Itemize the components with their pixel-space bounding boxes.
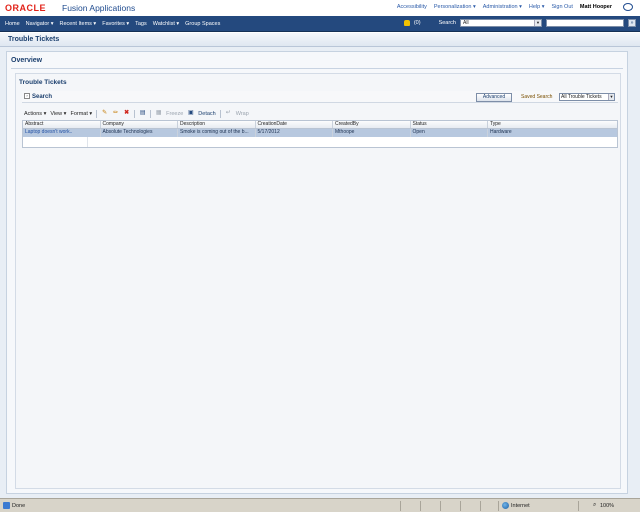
oracle-ring-icon xyxy=(623,3,633,11)
table-toolbar: Actions ▾ View ▾ Format ▾ ✎ ✏ ✖ ▤ ▦ Free… xyxy=(22,108,618,119)
global-header: ORACLE Fusion Applications Accessibility… xyxy=(0,0,640,16)
accessibility-link[interactable]: Accessibility xyxy=(397,4,427,10)
toolbar-divider xyxy=(219,109,221,118)
table-header: Abstract Company Description CreationDat… xyxy=(23,121,617,129)
freeze-icon: ▦ xyxy=(155,110,162,116)
search-input[interactable] xyxy=(546,19,624,27)
content-area: Overview Trouble Tickets › Search Advanc… xyxy=(0,47,640,498)
nav-favorites[interactable]: Favorites ▾ xyxy=(102,21,129,27)
toolbar-divider xyxy=(150,109,152,118)
edit-icon[interactable]: ✏ xyxy=(112,110,119,117)
global-links: Accessibility Personalization ▾ Administ… xyxy=(397,4,612,10)
status-divider xyxy=(480,501,481,511)
column-header-description[interactable]: Description xyxy=(178,121,256,128)
trouble-tickets-region: Trouble Tickets › Search Advanced Saved … xyxy=(15,73,621,489)
advanced-search-button[interactable]: Advanced xyxy=(476,93,512,102)
page-title-bar: Trouble Tickets xyxy=(0,33,640,47)
overview-panel: Overview Trouble Tickets › Search Advanc… xyxy=(6,51,628,494)
detach-button[interactable]: Detach xyxy=(198,111,215,117)
status-divider xyxy=(400,501,401,511)
company-cell: Absolute Technologies xyxy=(101,129,178,137)
region-title: Trouble Tickets xyxy=(19,79,67,86)
column-header-status[interactable]: Status xyxy=(411,121,488,128)
page-icon xyxy=(3,502,10,509)
description-cell: Smoke is coming out of the b... xyxy=(178,129,256,137)
oracle-logo: ORACLE xyxy=(5,3,46,13)
navigation-bar: Home Navigator ▾ Recent Items ▾ Favorite… xyxy=(0,16,640,32)
chevron-down-icon: ▼ xyxy=(608,94,614,100)
search-scope-select[interactable]: All ▼ xyxy=(460,19,542,27)
column-header-abstract[interactable]: Abstract xyxy=(23,121,101,128)
freeze-button: Freeze xyxy=(166,110,184,117)
column-header-type[interactable]: Type xyxy=(488,121,566,128)
chevron-down-icon: ▼ xyxy=(534,20,541,26)
overview-title: Overview xyxy=(11,57,43,64)
notification-count[interactable]: (0) xyxy=(414,20,421,26)
administration-menu[interactable]: Administration ▾ xyxy=(483,4,522,10)
status-text: Done xyxy=(12,503,26,509)
saved-search-label: Saved Search xyxy=(521,94,553,100)
toolbar-divider xyxy=(134,109,136,118)
nav-recent-items[interactable]: Recent Items ▾ xyxy=(60,21,97,27)
nav-group-spaces[interactable]: Group Spaces xyxy=(185,21,220,27)
disclose-toggle-icon[interactable]: › xyxy=(24,93,30,99)
wrap-button: Wrap xyxy=(235,110,249,117)
column-header-created-by[interactable]: CreatedBy xyxy=(333,121,411,128)
wrap-icon: ↵ xyxy=(225,110,231,116)
search-button[interactable]: » xyxy=(628,19,636,27)
status-divider xyxy=(460,501,461,511)
browser-status-bar: Done Internet ⌕ 100% xyxy=(0,498,640,512)
create-icon[interactable]: ✎ xyxy=(101,110,108,117)
product-name: Fusion Applications xyxy=(62,3,136,13)
nav-tags[interactable]: Tags xyxy=(135,21,147,27)
status-divider xyxy=(420,501,421,511)
actions-menu[interactable]: Actions ▾ xyxy=(24,111,46,117)
help-menu[interactable]: Help ▾ xyxy=(529,4,545,10)
zoom-icon[interactable]: ⌕ xyxy=(593,502,596,509)
personalization-menu[interactable]: Personalization ▾ xyxy=(434,4,476,10)
toolbar-divider xyxy=(96,109,98,118)
status-cell: Open xyxy=(411,129,488,137)
saved-search-select[interactable]: All Trouble Tickets ▼ xyxy=(559,93,615,101)
column-header-creation-date[interactable]: CreationDate xyxy=(256,121,333,128)
zoom-level[interactable]: 100% xyxy=(600,503,614,509)
search-scope-value: All xyxy=(463,20,469,26)
table-row[interactable]: Laptop doesn't work.. Absolute Technolog… xyxy=(23,129,617,137)
created-by-cell: Mthoope xyxy=(333,129,411,137)
notification-bell-icon[interactable] xyxy=(403,20,410,26)
status-divider xyxy=(578,501,579,511)
abstract-link[interactable]: Laptop doesn't work.. xyxy=(23,129,101,137)
globe-icon xyxy=(502,502,509,509)
search-panel-header: › Search Advanced Saved Search All Troub… xyxy=(22,91,618,103)
saved-search-value: All Trouble Tickets xyxy=(561,94,602,100)
nav-navigator[interactable]: Navigator ▾ xyxy=(26,21,54,27)
delete-icon[interactable]: ✖ xyxy=(123,110,130,117)
creation-date-cell: 5/17/2012 xyxy=(256,129,333,137)
status-divider xyxy=(440,501,441,511)
table-empty-area xyxy=(23,137,617,147)
user-name: Matt Hooper xyxy=(579,4,612,10)
search-label: Search xyxy=(438,20,456,26)
page-title: Trouble Tickets xyxy=(8,36,60,43)
type-cell: Hardware xyxy=(490,129,512,135)
search-panel-label[interactable]: Search xyxy=(32,94,52,100)
format-menu[interactable]: Format ▾ xyxy=(70,111,92,117)
detach-icon[interactable]: ▣ xyxy=(187,110,194,117)
column-header-company[interactable]: Company xyxy=(101,121,178,128)
view-menu[interactable]: View ▾ xyxy=(50,111,66,117)
security-zone: Internet xyxy=(511,503,530,509)
trouble-tickets-table: Abstract Company Description CreationDat… xyxy=(22,120,618,148)
search-icon: » xyxy=(630,20,634,26)
query-by-example-icon[interactable]: ▤ xyxy=(139,110,146,117)
divider xyxy=(11,68,623,69)
nav-home[interactable]: Home xyxy=(5,21,20,27)
status-divider xyxy=(498,501,499,511)
nav-watchlist[interactable]: Watchlist ▾ xyxy=(153,21,179,27)
sign-out-link[interactable]: Sign Out xyxy=(552,4,573,10)
